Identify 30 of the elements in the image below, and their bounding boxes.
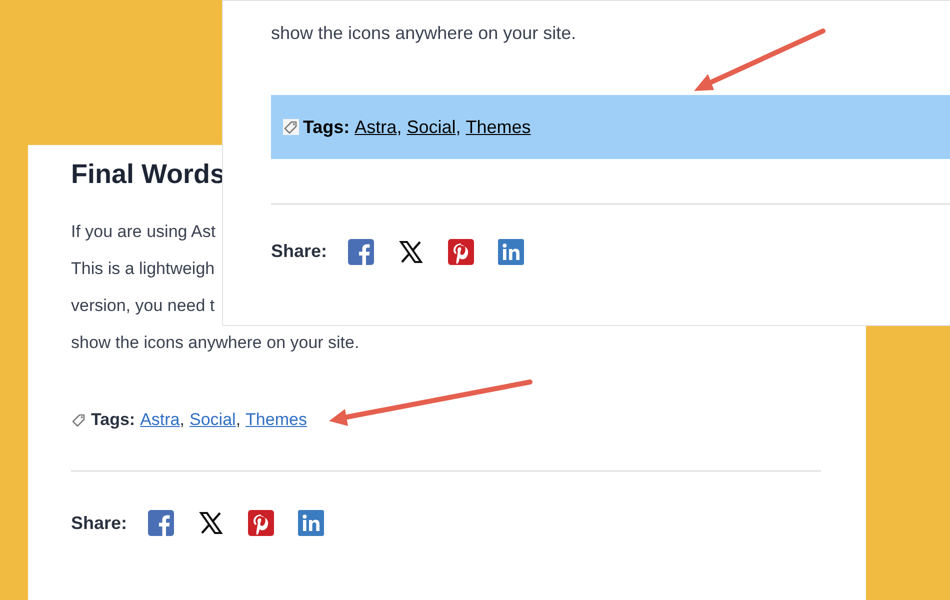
paragraph-line: version, you need t [71,295,215,317]
tag-link[interactable]: Social [190,407,236,432]
paragraph-line: show the icons anywhere on your site. [71,332,360,354]
separator: , [236,409,241,431]
tags-label: Tags: [91,409,136,431]
pinterest-icon[interactable] [448,238,474,264]
tag-icon [71,412,87,428]
tag-link[interactable]: Astra [354,114,397,140]
share-label: Share: [71,512,128,534]
separator: , [180,409,184,431]
linkedin-icon[interactable] [298,510,324,536]
facebook-icon[interactable] [148,510,174,536]
tags-label: Tags: [303,116,350,139]
tag-link[interactable]: Themes [466,114,531,140]
facebook-icon[interactable] [348,238,374,264]
x-logo-icon[interactable] [198,510,224,536]
x-logo-icon[interactable] [398,238,424,264]
paragraph-line: show the icons anywhere on your site. [271,22,578,45]
tag-link[interactable]: Social [406,114,456,140]
paragraph-line: If you are using Ast [71,221,216,243]
share-label: Share: [271,240,328,263]
pinterest-icon[interactable] [248,510,274,536]
tag-link[interactable]: Astra [140,407,180,432]
linkedin-icon[interactable] [498,238,524,264]
paragraph-line: This is a lightweigh [71,258,215,280]
heading: Final Words [71,158,226,191]
separator: , [396,116,402,138]
separator: , [456,116,461,138]
tag-link[interactable]: Themes [246,407,307,432]
tag-icon [283,119,299,135]
